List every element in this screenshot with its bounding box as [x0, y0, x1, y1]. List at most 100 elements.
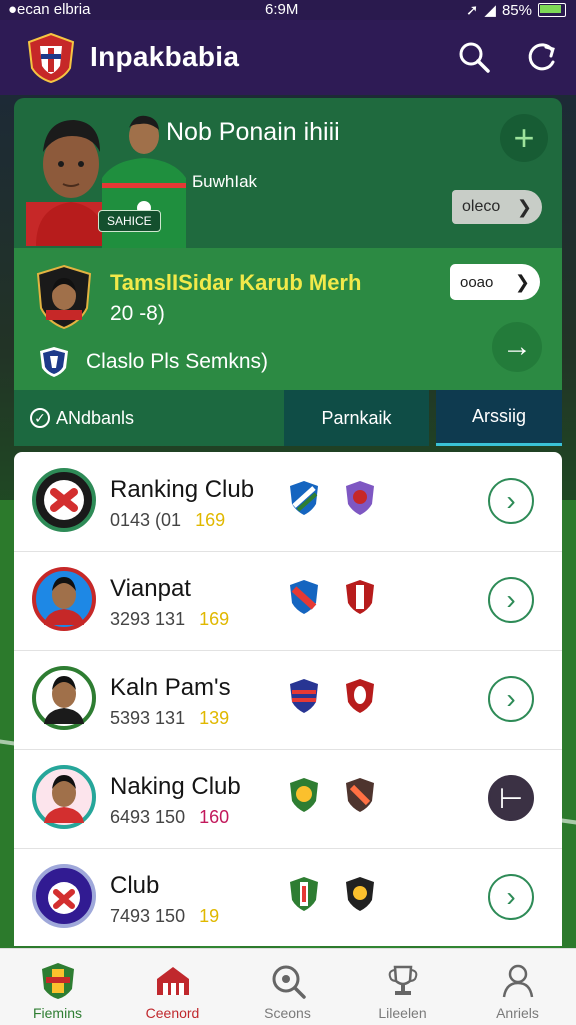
app-title: Inpakbabia [90, 41, 240, 72]
club-name: Naking Club [110, 773, 241, 800]
list-item[interactable]: Kaln Pam's 5393 131 139 › [14, 650, 562, 750]
team-flag-icon [346, 481, 374, 515]
tab-label: ANdbanls [56, 407, 135, 428]
chevron-right-icon: ❯ [516, 196, 532, 217]
refresh-icon[interactable] [522, 38, 560, 76]
stat-b: 169 [195, 510, 226, 530]
club-crest-icon [32, 864, 96, 928]
add-button[interactable]: + [500, 114, 548, 162]
club-name: Vianpat [110, 575, 191, 602]
team-flag-icon [290, 877, 318, 911]
team-flag-icon [290, 580, 318, 614]
row-open-button[interactable]: › [488, 478, 534, 524]
list-item[interactable]: Club 7493 150 19 › [14, 848, 562, 947]
player-avatar [32, 567, 96, 631]
stat-b: 169 [199, 609, 230, 629]
stat-b: 139 [199, 708, 230, 728]
match-score: 20 -8) [110, 302, 165, 325]
stat-a: 7493 150 [110, 906, 186, 926]
tab-label: Parnkaik [321, 407, 392, 428]
team-flag-icon [290, 679, 318, 713]
hero-details-label: oleco [462, 198, 501, 215]
team-badge-icon [41, 963, 74, 999]
list-item[interactable]: Naking Club 6493 150 160 ⊢ [14, 749, 562, 849]
player-avatar [32, 666, 96, 730]
chevron-right-icon: › [506, 881, 516, 912]
location-icon: ➚ [465, 2, 479, 19]
league-name: Claslo Pls Semkns) [86, 350, 269, 373]
player-avatar [32, 765, 96, 829]
ranking-list: Ranking Club 0143 (01 169 › Vianpat 3293 … [14, 452, 562, 946]
row-open-button[interactable]: › [488, 676, 534, 722]
row-open-button[interactable]: › [488, 577, 534, 623]
club-stats: 6493 150 160 [110, 807, 229, 828]
team-flag-icon [346, 580, 374, 614]
player-tag: SAHICE [98, 210, 161, 232]
tab-label: Arssiig [471, 406, 526, 426]
app-logo-icon [27, 32, 75, 84]
club-crest-icon [32, 468, 96, 532]
nav-label: Ceenord [145, 1005, 200, 1021]
stat-a: 3293 131 [110, 609, 186, 629]
clock: 6:9M [265, 1, 299, 18]
nav-lileelen[interactable]: Lileelen [345, 949, 460, 1025]
chevron-right-icon: › [506, 584, 516, 615]
watch-button[interactable]: ooao ❯ [450, 264, 540, 300]
tab-arssiig[interactable]: Arssiig [436, 390, 562, 446]
tab-parnkaik[interactable]: Parnkaik [284, 390, 429, 446]
league-shield-icon [40, 347, 68, 377]
trophy-icon [388, 965, 417, 995]
stat-a: 5393 131 [110, 708, 186, 728]
team-flag-icon [346, 778, 374, 812]
list-item[interactable]: Vianpat 3293 131 169 › [14, 551, 562, 651]
nav-anriels[interactable]: Anriels [460, 949, 575, 1025]
club-name: Kaln Pam's [110, 674, 231, 701]
battery-icon [538, 3, 566, 17]
club-stats: 7493 150 19 [110, 906, 219, 927]
arrow-right-icon: → [502, 330, 532, 363]
team-flag-icon [346, 679, 374, 713]
signal-icon: ◢ [484, 2, 496, 19]
match-go-button[interactable]: → [492, 322, 542, 372]
stat-b: 160 [199, 807, 230, 827]
nav-fiemins[interactable]: Fiemins [0, 949, 115, 1025]
nav-ceenord[interactable]: Ceenord [115, 949, 230, 1025]
tab-andbanls[interactable]: ✓ ANdbanls [14, 390, 284, 446]
club-stats: 0143 (01 169 [110, 510, 225, 531]
chevron-right-icon: ❯ [514, 271, 530, 292]
list-item[interactable]: Ranking Club 0143 (01 169 › [14, 452, 562, 552]
match-card[interactable]: TamslISidar Karub Merh 20 -8) ooao ❯ Cla… [14, 248, 562, 390]
bottom-nav: Fiemins Ceenord Sceons Lileelen Anriels [0, 948, 576, 1025]
status-bar: ●ecan elbria 6:9M ➚ ◢ 85% [0, 0, 576, 20]
plus-icon: + [513, 117, 535, 158]
battery-percent: 85% [501, 1, 532, 19]
nav-sceons[interactable]: Sceons [230, 949, 345, 1025]
team-crest-icon [36, 264, 92, 330]
club-stats: 5393 131 139 [110, 708, 229, 729]
hero-title: Nob Ponain ihiii [166, 118, 340, 146]
team-flag-icon [290, 481, 318, 515]
row-open-button[interactable]: ⊢ [488, 775, 534, 821]
chevron-right-icon: › [506, 683, 516, 714]
carrier-label: ●ecan elbria [8, 1, 91, 18]
search-ball-icon [272, 965, 306, 999]
row-open-button[interactable]: › [488, 874, 534, 920]
search-icon[interactable] [455, 38, 493, 76]
tab-bar: ✓ ANdbanls Parnkaik Arssiig [14, 390, 562, 446]
stadium-icon [156, 967, 189, 995]
hero-details-button[interactable]: oleco ❯ [452, 190, 542, 224]
featured-player-card[interactable]: SAHICE Nob Ponain ihiii ƂuwhIak + oleco … [14, 98, 562, 248]
club-stats: 3293 131 169 [110, 609, 229, 630]
app-bar: Inpakbabia [0, 20, 576, 95]
stat-a: 0143 (01 [110, 510, 182, 530]
nav-label: Lileelen [378, 1005, 427, 1021]
stat-a: 6493 150 [110, 807, 186, 827]
nav-label: Fiemins [32, 1005, 82, 1021]
profile-icon [502, 964, 533, 998]
minus-arrow-icon: ⊢ [498, 782, 524, 814]
status-right: ➚ ◢ 85% [466, 1, 566, 19]
club-name: Club [110, 872, 160, 899]
stat-b: 19 [199, 906, 220, 926]
check-circle-icon: ✓ [30, 408, 50, 428]
team-flag-icon [346, 877, 374, 911]
